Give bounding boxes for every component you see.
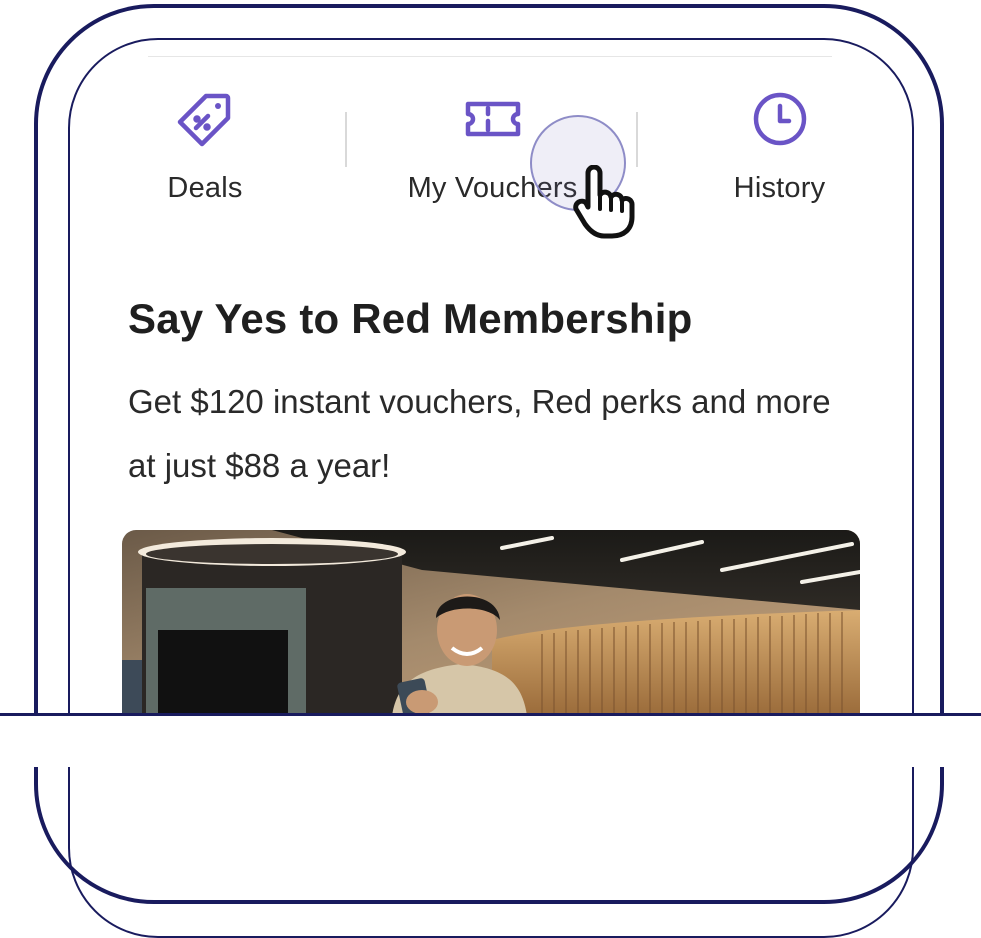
promo-title: Say Yes to Red Membership — [128, 295, 693, 342]
bottom-mask — [0, 716, 981, 767]
tag-icon — [177, 93, 231, 147]
tab-divider — [636, 112, 638, 167]
tab-deals-label: Deals — [167, 172, 243, 204]
pointer-hand-icon — [573, 165, 635, 239]
tab-history-label: History — [733, 172, 826, 204]
promo-photo-illustration — [122, 530, 860, 716]
promo-description: Get $120 instant vouchers, Red perks and… — [128, 383, 831, 484]
promo-photo[interactable] — [122, 530, 860, 716]
top-divider — [148, 56, 832, 57]
tab-history[interactable]: History — [722, 90, 837, 205]
bottom-line — [0, 713, 981, 716]
clock-icon — [753, 92, 806, 146]
ticket-icon — [465, 101, 520, 137]
tab-deals[interactable]: Deals — [150, 90, 260, 205]
tab-divider — [345, 112, 347, 167]
